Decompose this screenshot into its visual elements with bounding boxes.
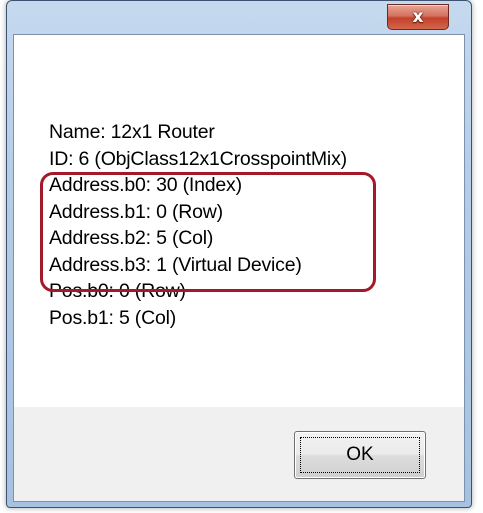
- ok-button-label: OK: [346, 444, 374, 465]
- dialog-window: x Name: 12x1 Router ID: 6 (ObjClass12x1C…: [6, 0, 472, 508]
- info-line-address-b1: Address.b1: 0 (Row): [49, 200, 223, 223]
- info-line-pos-b1: Pos.b1: 5 (Col): [49, 306, 177, 329]
- title-bar[interactable]: x: [7, 1, 471, 31]
- close-button[interactable]: x: [387, 4, 449, 30]
- info-line-address-b0: Address.b0: 30 (Index): [49, 174, 242, 196]
- dialog-content: Name: 12x1 Router ID: 6 (ObjClass12x1Cro…: [14, 35, 464, 407]
- info-line-pos-b0: Pos.b0: 0 (Row): [49, 280, 186, 302]
- ok-button[interactable]: OK: [294, 431, 426, 479]
- object-info-list: Name: 12x1 Router ID: 6 (ObjClass12x1Cro…: [49, 119, 347, 331]
- info-line-address-b2: Address.b2: 5 (Col): [49, 227, 214, 249]
- info-line-name: Name: 12x1 Router: [49, 121, 215, 143]
- close-icon: x: [412, 6, 424, 27]
- info-line-address-b3: Address.b3: 1 (Virtual Device): [49, 253, 302, 276]
- dialog-client-area: Name: 12x1 Router ID: 6 (ObjClass12x1Cro…: [13, 34, 465, 502]
- info-line-id: ID: 6 (ObjClass12x1CrosspointMix): [49, 147, 347, 170]
